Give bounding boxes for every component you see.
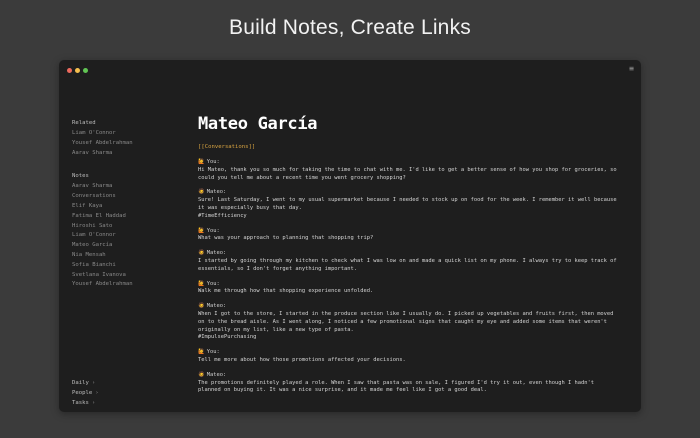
- speaker-label: You:: [206, 159, 220, 165]
- message: 🧔 Mateo: The promotions definitely played…: [198, 372, 618, 395]
- hero-title: Build Notes, Create Links: [229, 16, 471, 39]
- conversations-link[interactable]: [[Conversations]]: [198, 144, 618, 150]
- user-emoji-icon: 🙋: [198, 227, 205, 234]
- zoom-window-button[interactable]: [83, 68, 88, 73]
- note-link[interactable]: Sofia Bianchi: [72, 261, 182, 271]
- mateo-emoji-icon: 🧔: [198, 371, 205, 378]
- speaker-label: Mateo:: [206, 303, 227, 310]
- app-window: ≡ Related Liam O'Connor Yousef Abdelrahm…: [59, 60, 641, 412]
- close-window-button[interactable]: [67, 68, 72, 73]
- sidebar-bottom-nav: Daily › People › Tasks ›: [72, 378, 99, 408]
- nav-daily[interactable]: Daily ›: [72, 378, 99, 388]
- note-link[interactable]: Conversations: [72, 192, 182, 202]
- message: 🙋 You: Hi Mateo, thank you so much for ta…: [198, 159, 618, 182]
- speaker-label: You:: [206, 280, 220, 287]
- message-text: Hi Mateo, thank you so much for taking t…: [198, 166, 617, 181]
- speaker-label: Mateo:: [206, 371, 227, 378]
- speaker-label: Mateo:: [206, 189, 227, 196]
- message: 🧔 Mateo: I started by going through my ki…: [198, 250, 618, 273]
- note-link[interactable]: Aarav Sharma: [72, 182, 182, 192]
- message: 🧔 Mateo: Sure! Last Saturday, I went to m…: [198, 189, 618, 220]
- speaker-label: You:: [206, 227, 220, 234]
- speaker-label: Mateo:: [206, 250, 227, 257]
- note-link[interactable]: Fatima El Haddad: [72, 212, 182, 222]
- message-text: Walk me through how that shopping experi…: [198, 288, 374, 295]
- note-link[interactable]: Svetlana Ivanova: [72, 271, 182, 281]
- nav-people[interactable]: People ›: [72, 388, 99, 398]
- note-title[interactable]: Mateo García: [198, 114, 618, 134]
- note-link[interactable]: Nia Mensah: [72, 251, 182, 261]
- nav-label: Tasks: [72, 400, 89, 406]
- user-emoji-icon: 🙋: [198, 159, 205, 165]
- nav-label: People: [72, 390, 93, 396]
- speaker-label: You:: [206, 349, 220, 356]
- message-text: I started by going through my kitchen to…: [198, 257, 617, 272]
- message-text: The promotions definitely played a role.…: [198, 379, 594, 394]
- related-item[interactable]: Aarav Sharma: [72, 149, 182, 159]
- message: 🙋 You: What was your approach to planning…: [198, 228, 618, 244]
- message-text: Sure! Last Saturday, I went to my usual …: [198, 197, 617, 211]
- mateo-emoji-icon: 🧔: [198, 189, 205, 196]
- user-emoji-icon: 🙋: [198, 349, 205, 356]
- chevron-right-icon: ›: [91, 380, 96, 386]
- user-emoji-icon: 🙋: [198, 280, 205, 287]
- message-text: What was your approach to planning that …: [198, 235, 374, 242]
- related-heading: Related: [72, 120, 96, 126]
- note-link[interactable]: Mateo García: [72, 241, 182, 251]
- notes-section: Notes Aarav Sharma Conversations Elif Ka…: [72, 173, 182, 290]
- note-link[interactable]: Hiroshi Sato: [72, 222, 182, 232]
- mateo-emoji-icon: 🧔: [198, 303, 205, 310]
- notes-heading: Notes: [72, 173, 89, 180]
- message: 🙋 You: Tell me more about how those promo…: [198, 349, 618, 365]
- chevron-right-icon: ›: [95, 390, 99, 396]
- note-editor[interactable]: Mateo García [[Conversations]] 🙋 You: Hi …: [198, 114, 618, 402]
- related-item[interactable]: Liam O'Connor: [72, 129, 182, 139]
- minimize-window-button[interactable]: [75, 68, 80, 73]
- hashtag[interactable]: #TimeEfficiency: [198, 213, 618, 221]
- message-text: Tell me more about how those promotions …: [198, 356, 406, 363]
- message-text: When I got to the store, I started in th…: [198, 310, 614, 333]
- hashtag[interactable]: #ImpulsePurchasing: [198, 334, 618, 342]
- message: 🧔 Mateo: When I got to the store, I start…: [198, 303, 618, 342]
- title-bar: ≡: [59, 60, 641, 80]
- nav-label: Daily: [72, 380, 89, 386]
- note-link[interactable]: Yousef Abdelrahman: [72, 280, 182, 290]
- related-section: Related Liam O'Connor Yousef Abdelrahman…: [72, 120, 182, 158]
- note-link[interactable]: Liam O'Connor: [72, 231, 182, 241]
- menu-icon[interactable]: ≡: [629, 64, 634, 73]
- mateo-emoji-icon: 🧔: [198, 250, 205, 257]
- related-item[interactable]: Yousef Abdelrahman: [72, 139, 182, 149]
- message: 🙋 You: Walk me through how that shopping …: [198, 281, 618, 297]
- nav-tasks[interactable]: Tasks ›: [72, 398, 99, 408]
- chevron-right-icon: ›: [91, 400, 96, 406]
- note-link[interactable]: Elif Kaya: [72, 202, 182, 212]
- sidebar: Related Liam O'Connor Yousef Abdelrahman…: [72, 120, 182, 305]
